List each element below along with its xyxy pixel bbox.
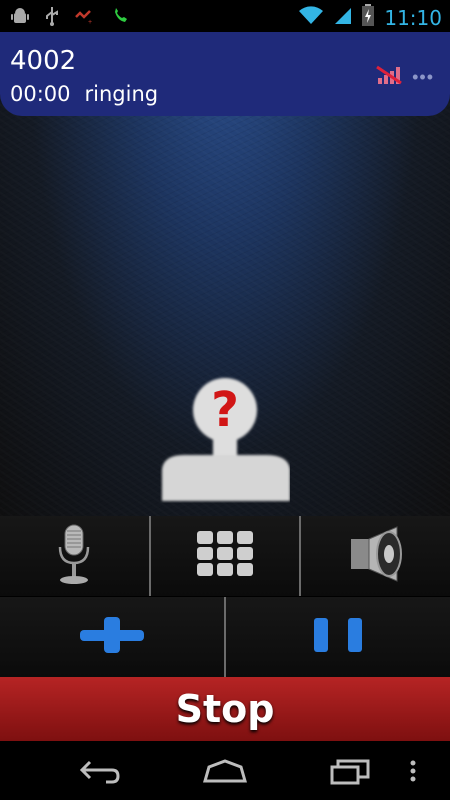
call-controls-row-2	[0, 597, 450, 677]
cell-signal-icon	[334, 5, 352, 30]
pause-icon	[312, 616, 364, 659]
stop-button[interactable]: Stop	[0, 677, 450, 741]
more-dots-icon[interactable]: •••	[412, 67, 434, 88]
recents-icon[interactable]	[320, 753, 380, 789]
speaker-button[interactable]	[301, 516, 450, 596]
android-icon	[10, 6, 30, 31]
system-icons: 11:10	[298, 4, 442, 31]
call-status-line: 00:00 ringing	[10, 82, 158, 106]
menu-icon[interactable]	[398, 753, 428, 789]
wifi-icon	[298, 5, 324, 30]
missed-call-icon: +	[74, 7, 98, 30]
battery-charging-icon	[362, 4, 375, 31]
microphone-button[interactable]	[0, 516, 149, 596]
usb-icon	[44, 6, 60, 31]
no-signal-icon	[376, 64, 402, 91]
navigation-bar	[0, 741, 450, 800]
plus-icon	[80, 615, 144, 660]
unknown-caller-avatar: ?	[160, 373, 290, 503]
add-call-button[interactable]	[0, 597, 224, 677]
call-timer: 00:00	[10, 82, 71, 106]
speaker-icon	[345, 525, 407, 588]
dialpad-icon	[195, 529, 255, 584]
svg-text:+: +	[88, 19, 92, 25]
header-icons: •••	[376, 64, 434, 91]
call-info-header: 4002 00:00 ringing •••	[0, 32, 450, 116]
clock: 11:10	[384, 5, 442, 30]
back-icon[interactable]	[70, 753, 130, 789]
notification-icons: +	[10, 6, 130, 31]
call-state: ringing	[84, 82, 159, 106]
home-icon[interactable]	[195, 753, 255, 789]
caller-number: 4002	[10, 46, 77, 76]
stop-label: Stop	[175, 687, 275, 731]
call-controls-row-1	[0, 516, 450, 596]
avatar-question-mark: ?	[211, 382, 239, 438]
hold-button[interactable]	[226, 597, 450, 677]
microphone-icon	[54, 523, 94, 590]
dialpad-button[interactable]	[150, 516, 300, 596]
phone-active-icon	[112, 7, 130, 30]
status-bar: + 11:10	[0, 0, 450, 32]
